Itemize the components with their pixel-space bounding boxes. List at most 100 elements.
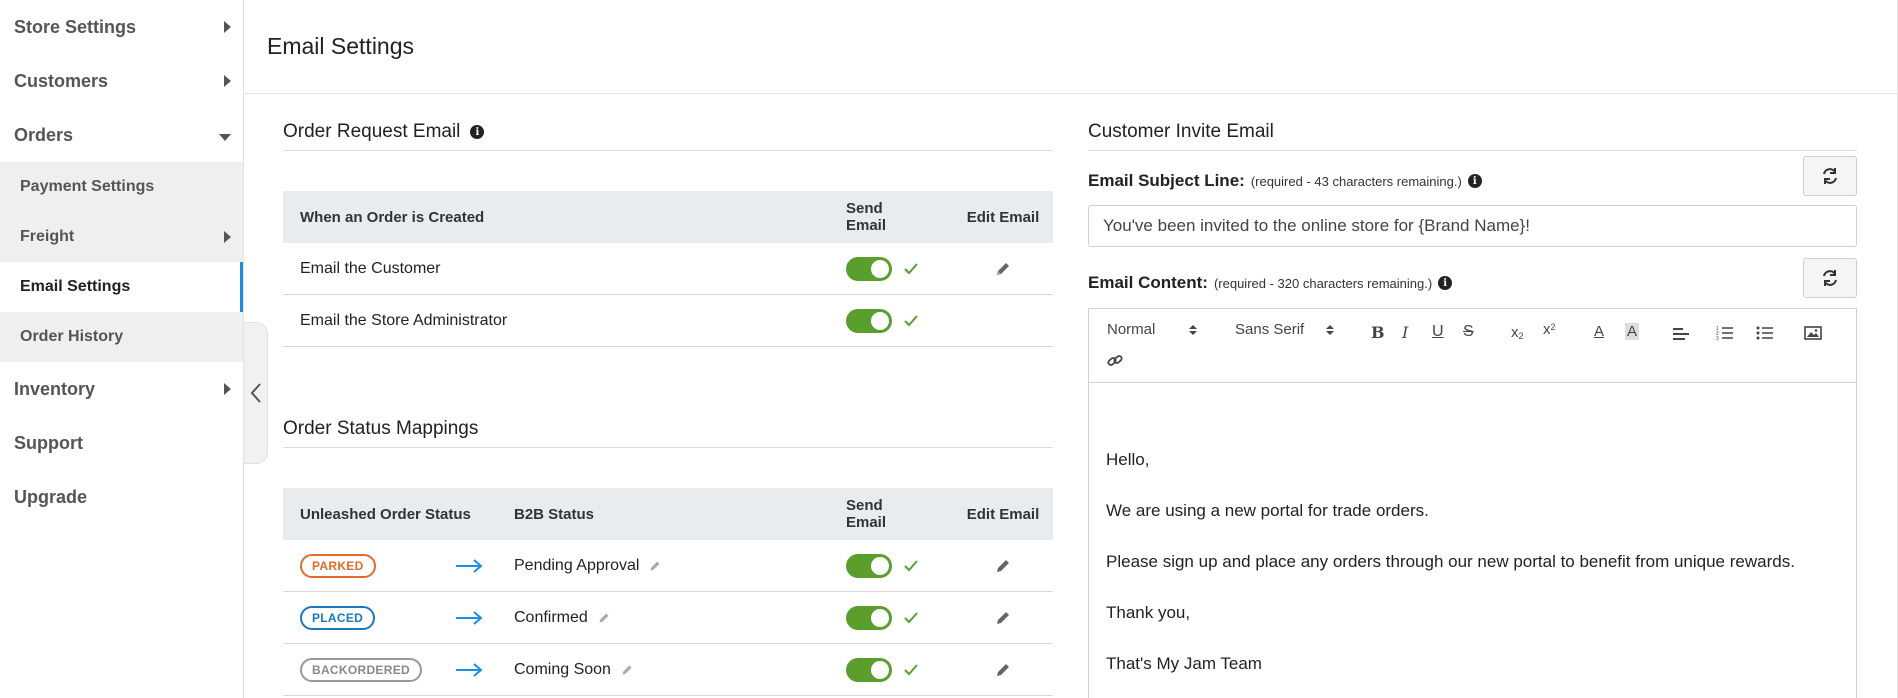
content-label: Email Content: [1088, 273, 1208, 292]
pencil-icon[interactable] [598, 612, 610, 624]
info-icon[interactable]: i [470, 125, 485, 139]
edit-email-button[interactable] [958, 261, 1048, 277]
sidebar-item-customers[interactable]: Customers [0, 54, 243, 108]
table-row: Email the Customer [283, 243, 1053, 295]
send-email-toggle[interactable] [846, 657, 892, 682]
sidebar-item-label: Orders [14, 124, 74, 145]
bold-icon[interactable]: B [1371, 323, 1385, 342]
sidebar-item-label: Freight [20, 228, 75, 245]
send-email-toggle[interactable] [846, 553, 892, 578]
format-select-value: Normal [1107, 321, 1156, 338]
arrow-right-icon [456, 558, 483, 573]
sidebar-item-email-settings[interactable]: Email Settings [0, 262, 243, 312]
sidebar-item-payment-settings[interactable]: Payment Settings [0, 162, 243, 212]
subject-input[interactable] [1088, 205, 1857, 247]
divider [283, 447, 1053, 448]
reset-content-button[interactable] [1803, 258, 1857, 298]
table-row: PLACED Confirmed [283, 592, 1053, 644]
content-label-row: Email Content: (required - 320 character… [1088, 273, 1453, 293]
font-select[interactable]: Sans Serif [1235, 321, 1335, 338]
strikethrough-icon[interactable]: S [1463, 323, 1474, 341]
column-header: Unleashed Order Status [300, 505, 471, 523]
table-header: Unleashed Order Status B2B Status Send E… [283, 488, 1053, 540]
subject-hint: (required - 43 characters remaining.) [1250, 173, 1462, 189]
edit-email-button[interactable] [958, 558, 1048, 574]
sidebar-item-label: Inventory [14, 378, 96, 399]
sidebar-item-label: Upgrade [14, 486, 88, 507]
email-paragraph: Thank you, [1106, 603, 1191, 622]
link-icon[interactable] [1106, 353, 1124, 369]
edit-email-button[interactable] [958, 662, 1048, 678]
select-arrows-icon [1189, 324, 1198, 335]
image-icon[interactable] [1804, 325, 1822, 341]
email-paragraph: We are using a new portal for trade orde… [1106, 501, 1429, 520]
subscript-icon[interactable]: x2 [1511, 323, 1524, 342]
sidebar-item-label: Payment Settings [20, 178, 155, 195]
order-request-title: Order Request Email i [283, 121, 485, 143]
sidebar-item-freight[interactable]: Freight [0, 212, 243, 262]
subject-label: Email Subject Line: [1088, 171, 1245, 190]
divider [283, 150, 1053, 151]
pencil-icon[interactable] [621, 664, 633, 676]
bullet-list-icon[interactable] [1756, 325, 1774, 341]
check-icon [904, 314, 918, 327]
send-email-toggle[interactable] [846, 308, 892, 333]
send-email-cell [846, 308, 926, 333]
info-icon[interactable]: i [1467, 174, 1482, 188]
content-hint: (required - 320 characters remaining.) [1213, 275, 1433, 291]
send-email-cell [846, 553, 926, 578]
subject-label-row: Email Subject Line: (required - 43 chara… [1088, 171, 1482, 191]
sidebar-item-inventory[interactable]: Inventory [0, 362, 243, 416]
pencil-icon [997, 663, 1009, 676]
pencil-icon [997, 559, 1009, 572]
page-title: Email Settings [267, 33, 415, 59]
column-header: B2B Status [514, 505, 595, 523]
caret-right-icon [224, 75, 231, 87]
caret-right-icon [224, 231, 231, 243]
edit-email-button[interactable] [958, 610, 1048, 626]
check-icon [904, 663, 918, 676]
send-email-toggle[interactable] [846, 605, 892, 630]
italic-icon[interactable]: I [1402, 323, 1408, 342]
email-content-editor: Normal Sans Serif B I U S x2 x2 A A 123 [1088, 308, 1857, 698]
refresh-icon [1823, 270, 1837, 286]
column-header: Edit Email [966, 208, 1040, 226]
send-email-toggle[interactable] [846, 256, 892, 281]
pencil-icon[interactable] [649, 560, 661, 572]
sidebar-item-label: Store Settings [14, 16, 137, 37]
row-label: Email the Store Administrator [300, 311, 508, 329]
column-header: Edit Email [966, 505, 1040, 523]
svg-text:3: 3 [1716, 336, 1719, 341]
table-row: PARKED Pending Approval [283, 540, 1053, 592]
status-mappings-table: Unleashed Order Status B2B Status Send E… [283, 488, 1053, 696]
email-paragraph: Please sign up and place any orders thro… [1106, 552, 1795, 571]
sidebar-item-label: Customers [14, 70, 109, 91]
sidebar-item-orders[interactable]: Orders [0, 108, 243, 162]
sidebar-item-order-history[interactable]: Order History [0, 312, 243, 362]
ordered-list-icon[interactable]: 123 [1716, 325, 1734, 341]
sidebar: Store Settings Customers Orders Payment … [0, 0, 244, 698]
sidebar-item-label: Order History [20, 328, 124, 345]
column-header: When an Order is Created [300, 208, 485, 226]
sidebar-item-support[interactable]: Support [0, 416, 243, 470]
highlight-icon[interactable]: A [1625, 323, 1640, 340]
table-header: When an Order is Created Send Email Edit… [283, 191, 1053, 243]
superscript-icon[interactable]: x2 [1543, 321, 1556, 338]
sidebar-item-store-settings[interactable]: Store Settings [0, 0, 243, 54]
underline-icon[interactable]: U [1432, 323, 1444, 341]
status-badge: PARKED [300, 553, 376, 578]
customer-invite-title: Customer Invite Email [1088, 121, 1274, 143]
font-select-value: Sans Serif [1235, 321, 1305, 338]
sidebar-item-upgrade[interactable]: Upgrade [0, 470, 243, 524]
column-header: Send Email [846, 497, 887, 531]
font-color-icon[interactable]: A [1594, 323, 1604, 340]
reset-subject-button[interactable] [1803, 156, 1857, 196]
info-icon[interactable]: i [1438, 276, 1453, 290]
align-left-icon[interactable] [1672, 327, 1690, 341]
order-request-table: When an Order is Created Send Email Edit… [283, 191, 1053, 347]
b2b-status-label: Pending Approval [514, 556, 640, 574]
format-select[interactable]: Normal [1107, 321, 1198, 338]
section-title-text: Order Status Mappings [283, 418, 479, 439]
editor-toolbar: Normal Sans Serif B I U S x2 x2 A A 123 [1089, 309, 1856, 383]
caret-down-icon [219, 133, 231, 141]
